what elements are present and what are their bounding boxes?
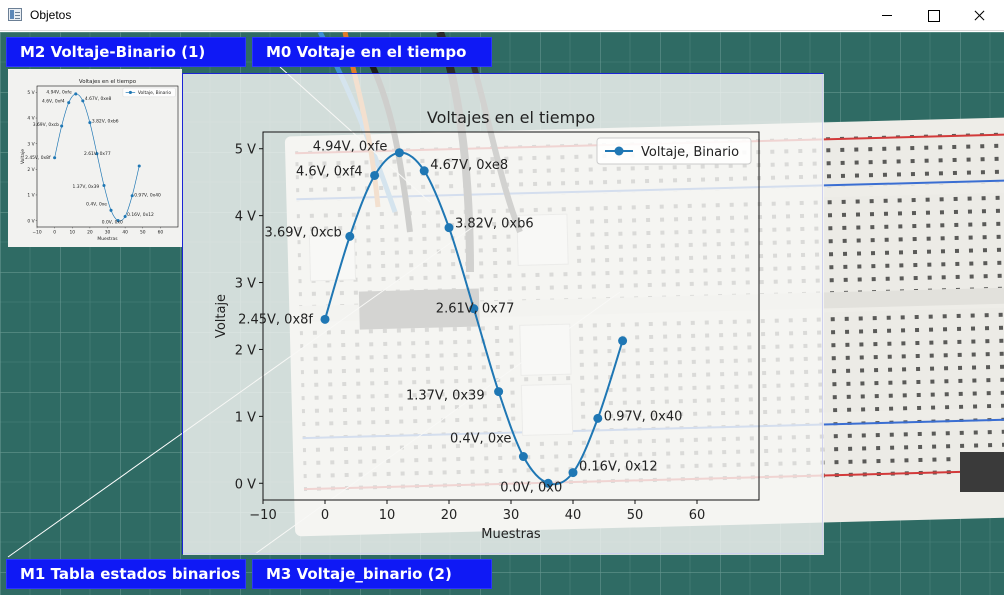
y-tick-label: 5 V	[235, 143, 256, 158]
data-point	[320, 314, 330, 324]
data-annotation: 2.45V, 0x8f	[238, 312, 313, 327]
x-tick-label: 60	[689, 508, 706, 523]
label-m2[interactable]: M2 Voltaje-Binario (1)	[6, 37, 246, 67]
y-tick-label: 5 V	[27, 90, 34, 96]
legend-marker	[128, 90, 132, 94]
maximize-icon[interactable]	[910, 0, 956, 31]
chart-title: Voltajes en el tiempo	[79, 79, 137, 85]
y-tick-label: 2 V	[235, 343, 256, 358]
minimize-icon[interactable]	[864, 0, 910, 31]
mini-chart: Voltajes en el tiempo −10 0 10 20 30 40 50 60 0 V…	[8, 69, 182, 247]
data-annotation: 0.16V, 0x12	[127, 212, 154, 218]
data-annotation: 4.6V, 0xf4	[42, 99, 65, 105]
data-annotation: 3.82V, 0xb6	[455, 217, 534, 232]
data-point	[394, 148, 404, 158]
y-axis-label: Voltaje	[214, 294, 229, 338]
data-point	[494, 387, 504, 397]
data-annotation: 2.61V, 0x77	[84, 151, 111, 157]
data-annotation: 0.97V, 0x40	[134, 192, 161, 198]
data-annotation: 3.69V, 0xcb	[265, 225, 342, 240]
label-m0-text: M0 Voltaje en el tiempo	[266, 43, 467, 61]
data-point	[618, 336, 628, 346]
x-tick-label: 30	[503, 508, 520, 523]
x-tick-label: −10	[249, 508, 276, 523]
voltage-chart: Voltajes en el tiempo −10 0 10 20 30 40 50 60 0 V…	[183, 74, 824, 555]
y-tick-label: 1 V	[27, 193, 34, 199]
data-annotation: 0.97V, 0x40	[604, 409, 683, 424]
y-tick-label: 1 V	[235, 410, 256, 425]
data-point	[370, 170, 380, 180]
legend-label: Voltaje, Binario	[641, 145, 739, 160]
data-point	[593, 413, 603, 423]
data-point	[53, 156, 57, 160]
label-m0[interactable]: M0 Voltaje en el tiempo	[252, 37, 492, 67]
data-annotation: 4.94V, 0xfe	[46, 89, 72, 95]
data-point	[137, 164, 141, 168]
label-m1[interactable]: M1 Tabla estados binarios	[6, 559, 246, 589]
close-icon[interactable]	[956, 0, 1002, 31]
data-annotation: 1.37V, 0x39	[73, 184, 100, 190]
x-axis-label: Muestras	[481, 527, 541, 542]
data-point	[444, 223, 454, 233]
y-tick-label: 3 V	[27, 141, 34, 147]
x-tick-label: 40	[122, 229, 128, 235]
x-tick-label: −10	[32, 229, 41, 235]
x-tick-label: 20	[441, 508, 458, 523]
window-title: Objetos	[30, 8, 72, 22]
data-point	[109, 208, 113, 212]
x-tick-label: 50	[140, 229, 146, 235]
data-point	[518, 452, 528, 462]
x-tick-label: 20	[87, 229, 93, 235]
data-annotation: 0.16V, 0x12	[579, 460, 658, 475]
data-point	[74, 92, 78, 96]
data-annotation: 3.82V, 0xb6	[92, 119, 119, 125]
data-point	[568, 468, 578, 478]
y-tick-label: 2 V	[27, 167, 34, 173]
y-tick-label: 3 V	[235, 277, 256, 292]
x-tick-label: 10	[69, 229, 75, 235]
data-annotation: 2.45V, 0x8f	[25, 155, 51, 161]
data-annotation: 0.4V, 0xe	[86, 202, 107, 208]
data-point	[419, 166, 429, 176]
data-annotation: 4.6V, 0xf4	[296, 164, 363, 179]
label-m3-text: M3 Voltaje_binario (2)	[266, 565, 452, 583]
mini-chart-panel: Voltajes en el tiempo −10 0 10 20 30 40 50 60 0 V…	[8, 69, 182, 247]
data-annotation: 3.69V, 0xcb	[33, 122, 59, 128]
label-m2-text: M2 Voltaje-Binario (1)	[20, 43, 206, 61]
x-axis-label: Muestras	[97, 236, 118, 242]
y-tick-label: 0 V	[27, 218, 34, 224]
y-tick-label: 4 V	[27, 116, 34, 122]
data-annotation: 0.4V, 0xe	[450, 432, 511, 447]
label-m1-text: M1 Tabla estados binarios	[20, 565, 241, 583]
main-chart-panel: Voltajes en el tiempo −10 0 10 20 30 40 50 60 0 V…	[182, 73, 824, 555]
x-tick-label: 50	[627, 508, 644, 523]
label-m3[interactable]: M3 Voltaje_binario (2)	[252, 559, 492, 589]
x-tick-label: 0	[53, 229, 56, 235]
data-point	[60, 124, 64, 128]
data-annotation: 0.0V, 0x0	[500, 480, 562, 495]
x-tick-label: 30	[105, 229, 111, 235]
x-tick-label: 60	[158, 229, 164, 235]
data-annotation: 4.67V, 0xe8	[430, 158, 508, 173]
x-tick-label: 10	[379, 508, 396, 523]
data-annotation: 0.0V, 0x0	[102, 219, 123, 225]
y-tick-label: 4 V	[235, 210, 256, 225]
data-annotation: 2.61V, 0x77	[436, 302, 515, 317]
data-point	[345, 231, 355, 241]
data-annotation: 1.37V, 0x39	[406, 389, 485, 404]
data-point	[102, 183, 106, 187]
y-tick-label: 0 V	[235, 477, 256, 492]
data-annotation: 4.94V, 0xfe	[313, 140, 388, 155]
x-tick-label: 40	[565, 508, 582, 523]
x-tick-label: 0	[321, 508, 329, 523]
app-window-icon	[8, 8, 22, 21]
chart-title: Voltajes en el tiempo	[427, 108, 595, 127]
data-point	[67, 101, 71, 105]
window-titlebar: Objetos	[0, 0, 1004, 31]
legend-label: Voltaje, Binario	[138, 90, 172, 96]
legend-marker	[614, 146, 624, 156]
data-annotation: 4.67V, 0xe8	[85, 96, 112, 102]
